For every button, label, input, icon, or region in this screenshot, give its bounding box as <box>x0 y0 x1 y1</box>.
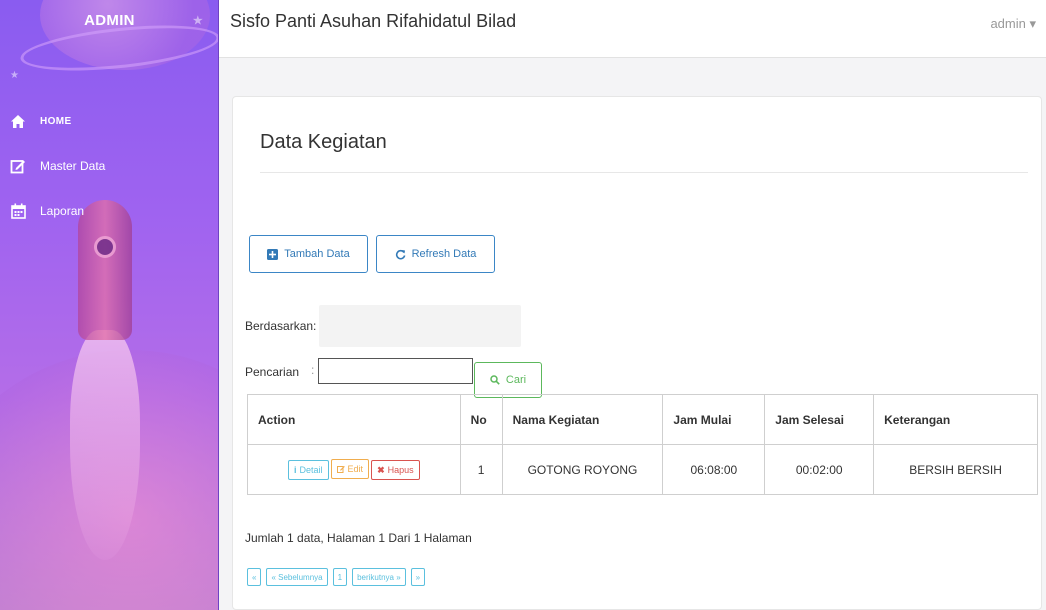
cell-jam-mulai: 06:08:00 <box>662 444 766 495</box>
table-row: i Detail Edit ✖ Hapus 1 GOTONG ROYONG 06… <box>247 444 1038 495</box>
rocket-flame-illustration <box>70 330 140 560</box>
sidebar: ★ ADMIN ★ HOME Master Data Laporan <box>0 0 219 610</box>
search-button-label: Cari <box>505 374 527 386</box>
cell-jam-selesai: 00:02:00 <box>764 444 875 495</box>
sidebar-item-laporan[interactable]: Laporan <box>0 196 218 226</box>
next-page-button[interactable]: berikutnya » <box>352 568 406 586</box>
calendar-icon <box>8 201 28 221</box>
search-button[interactable]: Cari <box>474 362 542 398</box>
content-panel: Data Kegiatan Tambah Data Refresh Data B… <box>232 96 1042 610</box>
column-header-jam-mulai: Jam Mulai <box>662 394 766 445</box>
edit-icon <box>8 156 28 176</box>
last-page-button[interactable]: » <box>410 568 426 586</box>
refresh-data-label: Refresh Data <box>411 248 477 260</box>
detail-label: Detail <box>299 464 323 475</box>
search-input[interactable] <box>318 358 473 384</box>
star-icon: ★ <box>192 15 203 27</box>
sidebar-item-label: Master Data <box>40 159 106 173</box>
search-icon <box>490 375 500 385</box>
pagination: « « Sebelumnya 1 berikutnya » » <box>247 568 430 586</box>
page-number-button[interactable]: 1 <box>332 568 348 586</box>
sidebar-brand[interactable]: ADMIN ★ <box>0 0 218 40</box>
edit-button[interactable]: Edit <box>330 458 370 479</box>
topbar: Sisfo Panti Asuhan Rifahidatul Bilad adm… <box>219 0 1046 58</box>
delete-button[interactable]: ✖ Hapus <box>371 460 420 481</box>
previous-page-button[interactable]: « Sebelumnya <box>266 568 328 586</box>
column-header-no: No <box>459 394 503 445</box>
user-menu-dropdown[interactable]: admin ▾ <box>990 16 1036 32</box>
cell-no: 1 <box>459 444 503 495</box>
cell-keterangan: BERSIH BERSIH <box>873 444 1038 495</box>
home-icon <box>8 111 28 131</box>
add-data-button[interactable]: Tambah Data <box>249 235 368 273</box>
app-title[interactable]: Sisfo Panti Asuhan Rifahidatul Bilad <box>230 11 516 32</box>
edit-icon <box>336 465 345 473</box>
column-header-jam-selesai: Jam Selesai <box>764 394 875 445</box>
column-header-keterangan: Keterangan <box>873 394 1038 445</box>
divider <box>260 172 1028 173</box>
column-header-nama-kegiatan: Nama Kegiatan <box>501 394 664 445</box>
sidebar-item-label: Laporan <box>40 204 85 218</box>
cell-nama-kegiatan: GOTONG ROYONG <box>501 444 664 495</box>
page-title: Data Kegiatan <box>260 131 387 153</box>
edit-label: Edit <box>347 463 364 474</box>
filter-select[interactable] <box>319 305 521 347</box>
sidebar-item-master-data[interactable]: Master Data <box>0 151 218 181</box>
detail-button[interactable]: i Detail <box>288 459 329 480</box>
sidebar-item-label: HOME <box>40 115 72 127</box>
row-actions-cell: i Detail Edit ✖ Hapus <box>247 444 461 495</box>
close-icon: ✖ <box>377 464 385 475</box>
info-icon: i <box>294 464 297 475</box>
star-icon: ★ <box>10 70 19 81</box>
search-label: Pencarian <box>245 365 300 379</box>
brand-label: ADMIN <box>84 11 135 29</box>
sidebar-menu: HOME Master Data Laporan <box>0 106 218 241</box>
refresh-data-button[interactable]: Refresh Data <box>376 235 495 273</box>
delete-label: Hapus <box>387 465 414 476</box>
activities-table: Action No Nama Kegiatan Jam Mulai Jam Se… <box>247 394 1038 495</box>
column-header-action: Action <box>247 394 461 445</box>
filter-by-label: Berdasarkan: <box>245 319 317 333</box>
sidebar-item-home[interactable]: HOME <box>0 106 218 136</box>
search-colon: : <box>311 363 315 377</box>
refresh-icon <box>395 249 406 260</box>
plus-square-icon <box>267 248 279 260</box>
pagination-summary: Jumlah 1 data, Halaman 1 Dari 1 Halaman <box>245 531 472 545</box>
table-header-row: Action No Nama Kegiatan Jam Mulai Jam Se… <box>247 394 1038 445</box>
add-data-label: Tambah Data <box>284 248 350 260</box>
first-page-button[interactable]: « <box>247 568 262 586</box>
